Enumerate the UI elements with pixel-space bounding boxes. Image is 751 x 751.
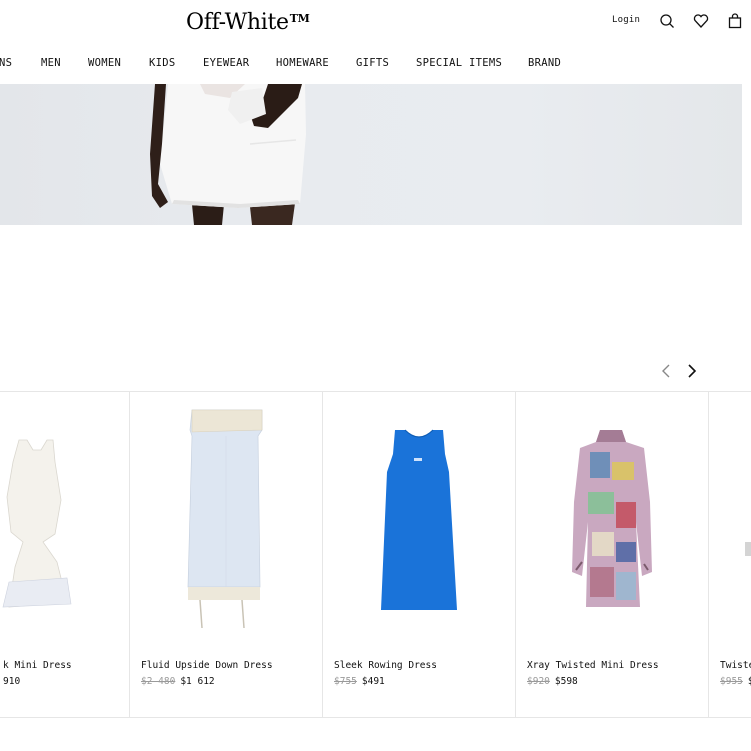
product-price: $2 480 $1 612 <box>141 676 215 687</box>
nav-item-kids[interactable]: KIDS <box>149 57 176 69</box>
product-original-price: $755 <box>334 676 357 687</box>
product-sale-price: $491 <box>361 676 385 687</box>
product-name[interactable]: Sleek Rowing Dress <box>334 660 437 671</box>
search-icon[interactable] <box>658 12 676 30</box>
nav-item-eyewear[interactable]: EYEWEAR <box>203 57 249 69</box>
product-original-price: $920 <box>527 676 550 687</box>
product-carousel: k Mini Dress 910 Fluid Upside Down Dress… <box>0 391 751 718</box>
product-original-price: $955 <box>720 676 743 687</box>
product-image[interactable] <box>130 392 322 642</box>
product-image[interactable] <box>709 392 751 642</box>
nav-item-gifts[interactable]: GIFTS <box>356 57 389 69</box>
hero-model-illustration <box>150 84 306 225</box>
product-image[interactable] <box>0 392 129 642</box>
product-card[interactable]: Xray Twisted Mini Dress $920 $598 <box>516 392 709 717</box>
product-image[interactable] <box>323 392 515 642</box>
product-sale-price: $598 <box>554 676 578 687</box>
product-sale-price: 910 <box>3 676 21 687</box>
heart-icon[interactable] <box>692 12 710 30</box>
product-price: $955$ <box>720 676 751 687</box>
chevron-right-icon[interactable] <box>683 362 701 380</box>
nav-item-collaborations[interactable]: NS <box>0 57 12 69</box>
product-name[interactable]: Xray Twisted Mini Dress <box>527 660 659 671</box>
product-original-price: $2 480 <box>141 676 176 687</box>
product-name[interactable]: k Mini Dress <box>3 660 72 671</box>
brand-logo[interactable]: Off-WhiteTM <box>186 10 310 35</box>
nav-item-men[interactable]: MEN <box>41 57 61 69</box>
product-price: $755 $491 <box>334 676 385 687</box>
product-sale-price: $1 612 <box>180 676 215 687</box>
product-card[interactable]: Twiste $955$ <box>709 392 751 717</box>
login-link[interactable]: Login <box>612 15 640 25</box>
nav-item-brand[interactable]: BRAND <box>528 57 561 69</box>
product-card[interactable]: Sleek Rowing Dress $755 $491 <box>323 392 516 717</box>
nav-item-homeware[interactable]: HOMEWARE <box>276 57 329 69</box>
nav-item-women[interactable]: WOMEN <box>88 57 121 69</box>
product-card[interactable]: k Mini Dress 910 <box>0 392 130 717</box>
product-image[interactable] <box>516 392 708 642</box>
nav-item-special-items[interactable]: SPECIAL ITEMS <box>416 57 502 69</box>
bag-icon[interactable] <box>726 12 744 30</box>
chevron-left-icon[interactable] <box>657 362 675 380</box>
product-name[interactable]: Fluid Upside Down Dress <box>141 660 273 671</box>
product-price: $920 $598 <box>527 676 578 687</box>
hero-banner-image[interactable] <box>0 84 742 225</box>
product-price: 910 <box>3 676 20 687</box>
product-card[interactable]: Fluid Upside Down Dress $2 480 $1 612 <box>130 392 323 717</box>
site-header: Off-WhiteTM Login NS MEN WOMEN KIDS EYEW… <box>0 0 751 84</box>
product-name[interactable]: Twiste <box>720 660 751 671</box>
